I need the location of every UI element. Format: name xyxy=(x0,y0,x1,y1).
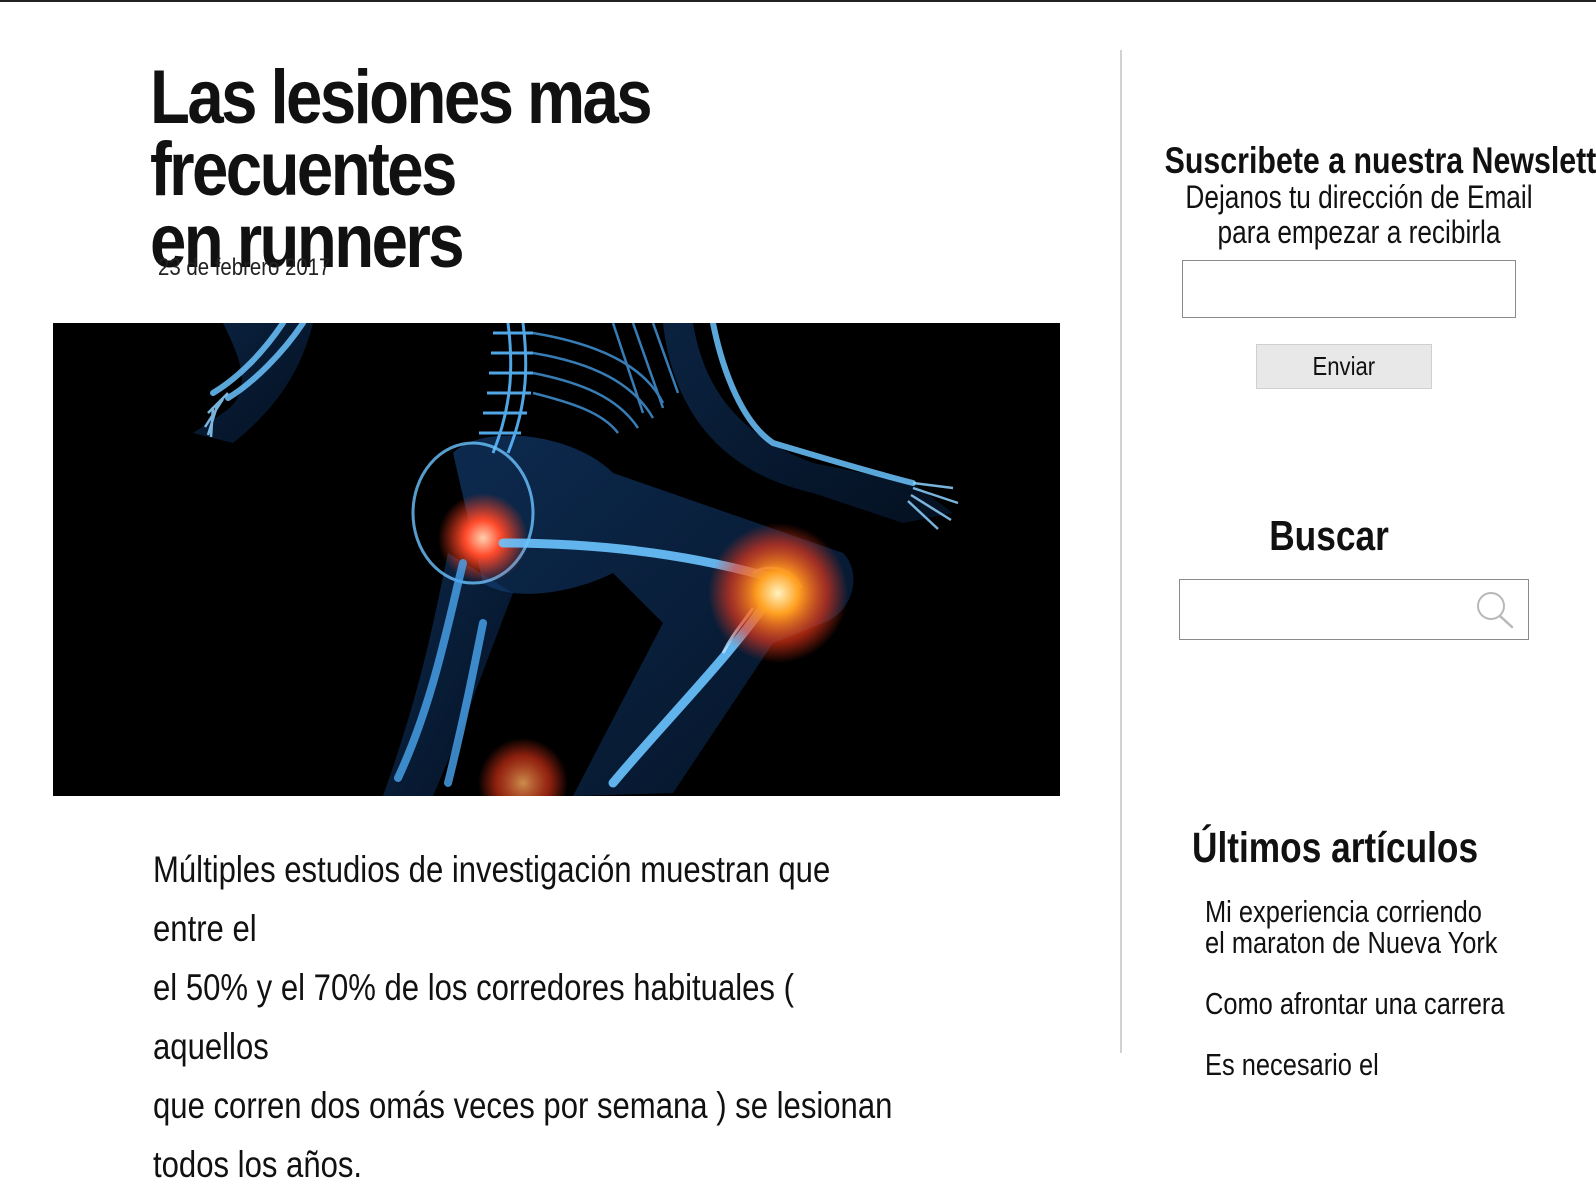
latest-article-link[interactable]: Es necesario el xyxy=(1205,1049,1517,1080)
latest-article-link[interactable]: Como afrontar una carrera xyxy=(1205,988,1517,1019)
latest-article-line: el maraton de Nueva York xyxy=(1205,925,1498,960)
sidebar: Suscribete a nuestra Newsletter Dejanos … xyxy=(1122,0,1596,1080)
latest-article-link[interactable]: Mi experiencia corriendo el maraton de N… xyxy=(1205,896,1517,958)
latest-article-line: Como afrontar una carrera xyxy=(1205,986,1505,1021)
search-title: Buscar xyxy=(1269,512,1389,559)
newsletter-title: Suscribete a nuestra Newsletter xyxy=(1164,140,1596,181)
list-item: Mi experiencia corriendo el maraton de N… xyxy=(1205,896,1585,958)
send-button-label: Enviar xyxy=(1312,351,1376,381)
article-body-line-1: Múltiples estudios de investigación mues… xyxy=(153,849,831,949)
latest-article-line: Es necesario el xyxy=(1205,1047,1379,1082)
list-item: Es necesario el xyxy=(1205,1049,1585,1080)
newsletter-description-line-2: para empezar a recibirla xyxy=(1217,214,1501,250)
search-icon[interactable] xyxy=(1474,590,1516,630)
article-body-line-3: que corren dos omás veces por semana ) s… xyxy=(153,1085,893,1126)
hero-image xyxy=(53,323,1060,796)
article-body-line-2: el 50% y el 70% de los corredores habitu… xyxy=(153,967,794,1067)
article-date: 23 de febrero 2017 xyxy=(158,254,331,281)
latest-articles-list: Mi experiencia corriendo el maraton de N… xyxy=(1205,896,1585,1110)
search-box xyxy=(1179,579,1529,640)
list-item: Como afrontar una carrera xyxy=(1205,988,1585,1019)
newsletter-send-button[interactable]: Enviar xyxy=(1256,344,1432,389)
article-title-line-1: Las lesiones mas frecuentes xyxy=(150,55,653,212)
article-title: Las lesiones mas frecuentes en runners xyxy=(150,60,924,280)
newsletter-description-line-1: Dejanos tu dirección de Email xyxy=(1185,179,1533,215)
newsletter-email-input[interactable] xyxy=(1182,260,1516,318)
runner-skeleton-illustration xyxy=(53,323,1060,796)
article-body: Múltiples estudios de investigación mues… xyxy=(153,840,909,1194)
latest-article-line: Mi experiencia corriendo xyxy=(1205,894,1482,929)
search-input[interactable] xyxy=(1180,580,1480,638)
article-body-line-4: todos los años. xyxy=(153,1144,363,1185)
latest-articles-title: Últimos artículos xyxy=(1192,824,1479,872)
newsletter-description: Dejanos tu dirección de Email para empez… xyxy=(1165,180,1554,250)
